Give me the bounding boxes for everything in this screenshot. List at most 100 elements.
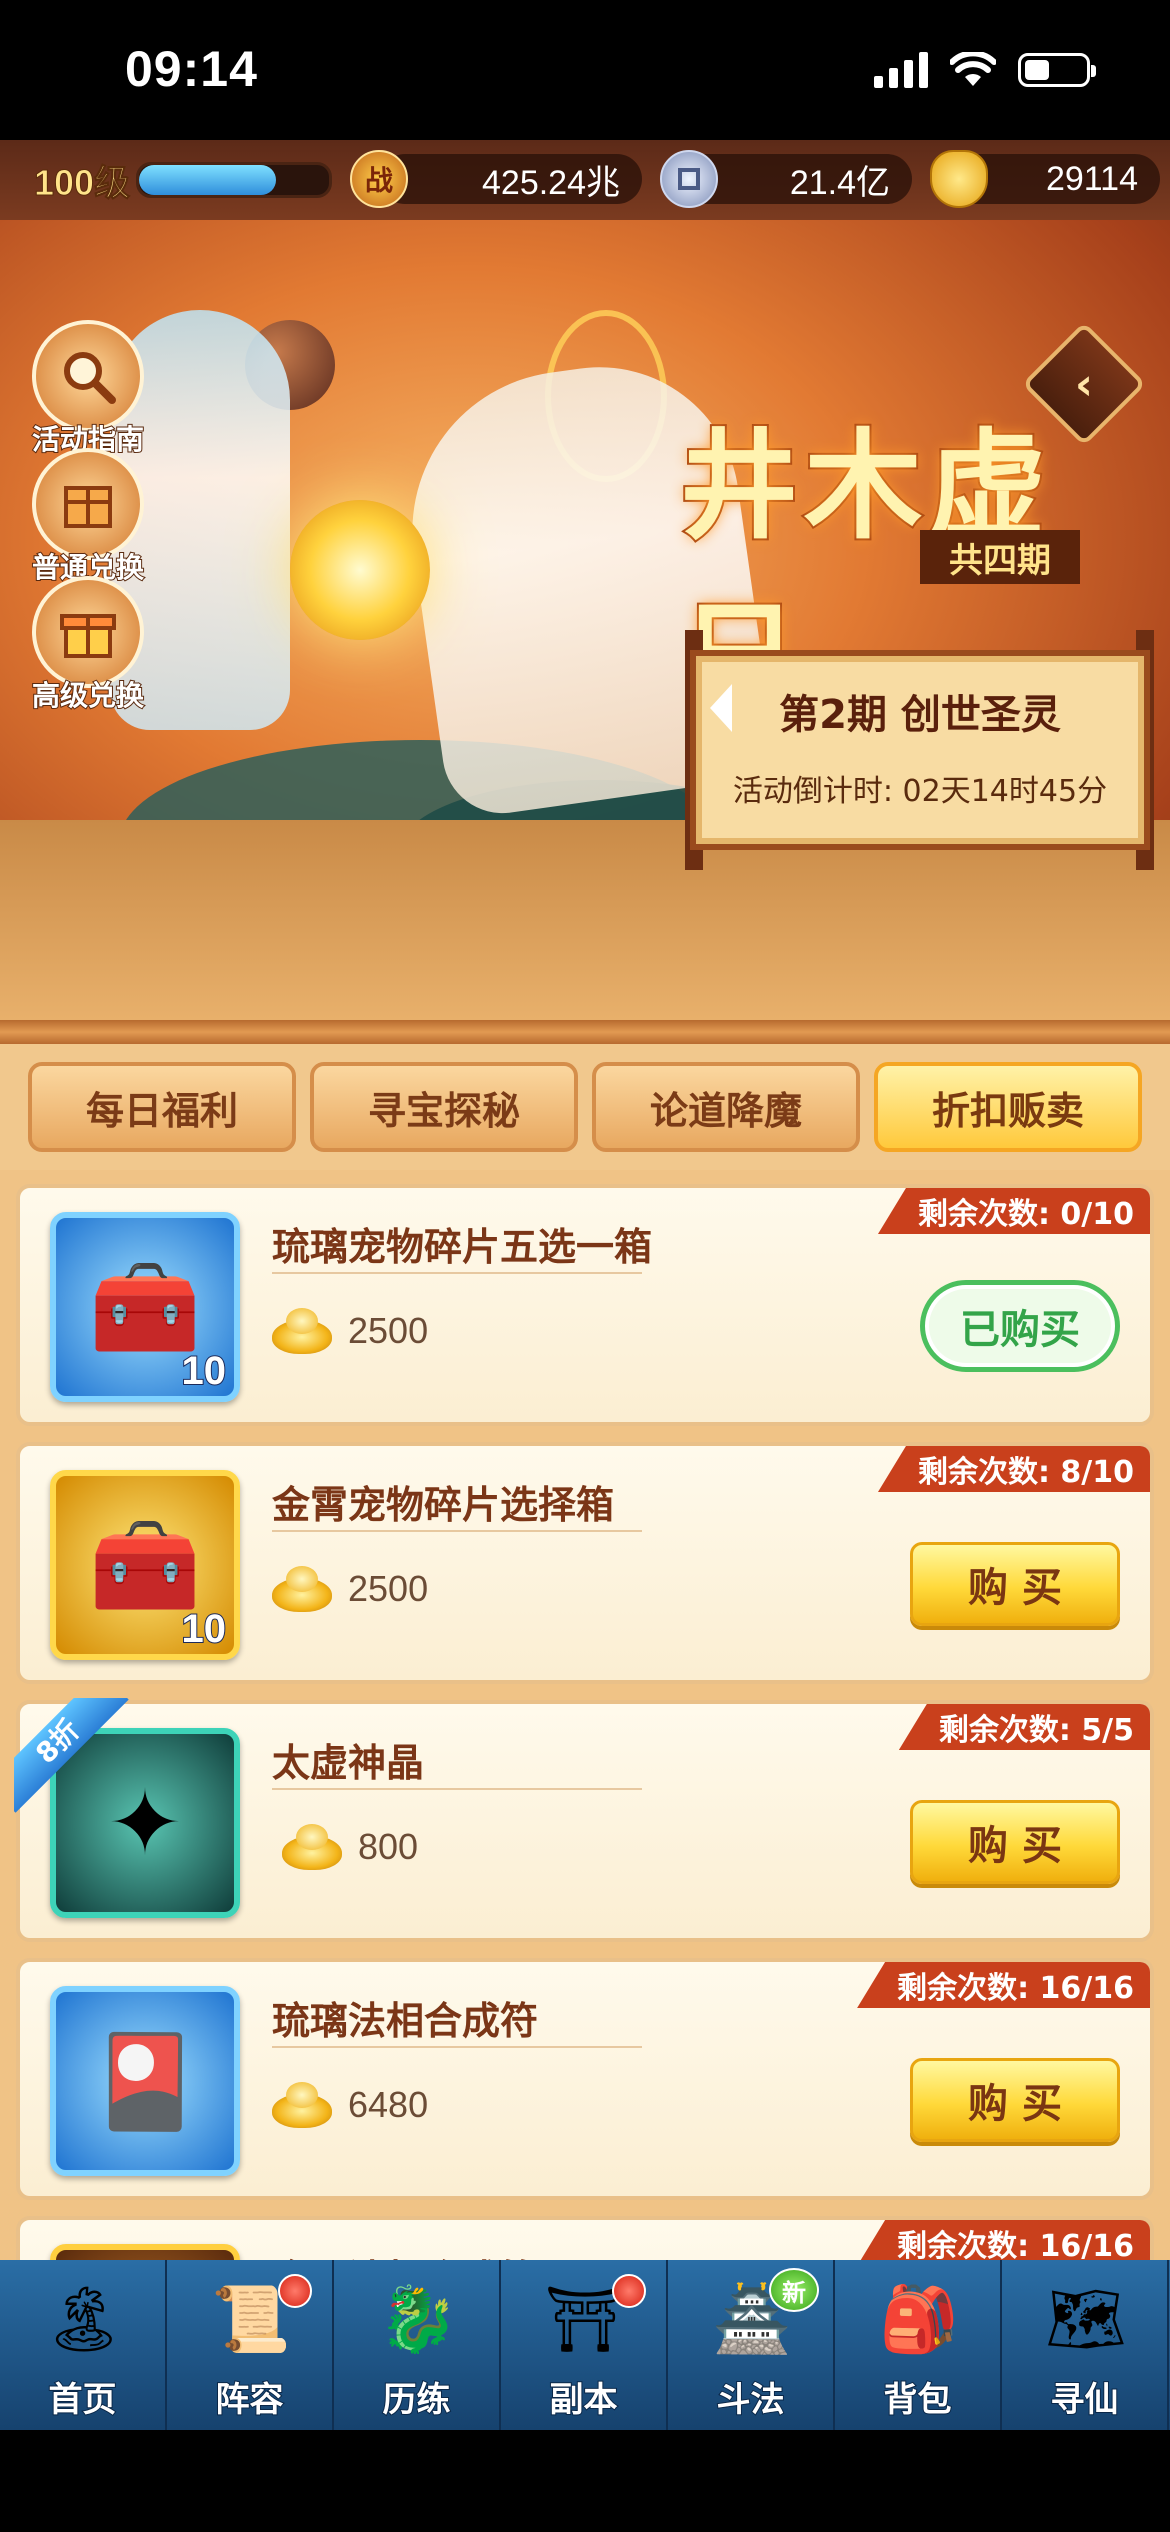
phase-countdown: 活动倒计时: 02天14时45分 <box>732 774 1108 809</box>
magnifier-icon <box>32 320 144 432</box>
notification-dot <box>278 2274 312 2308</box>
battle-power: 战 425.24兆 <box>350 150 642 208</box>
xp-bar <box>136 162 332 198</box>
battery-icon <box>1018 53 1096 87</box>
new-badge: 新 <box>769 2268 819 2312</box>
divider <box>272 2046 642 2048</box>
normal-exchange-button[interactable]: 普通兑换 <box>18 448 158 586</box>
banner-ground <box>0 820 1170 1020</box>
remaining-count-tag: 剩余次数: 16/16 <box>857 2220 1150 2260</box>
nav-label: 首页 <box>48 2379 118 2421</box>
status-bar: 09:14 <box>0 0 1170 140</box>
nav-home[interactable]: 🏝 首页 <box>0 2260 167 2430</box>
seek-scroll-icon: 🗺 <box>1045 2282 1127 2357</box>
item-name: 琉璃宠物碎片五选一箱 <box>272 1225 653 1269</box>
gift-icon <box>32 576 144 688</box>
nav-label: 历练 <box>382 2379 452 2421</box>
phase-sign: 第2期 创世圣灵 活动倒计时: 02天14时45分 <box>690 650 1150 850</box>
nav-dungeon[interactable]: ⛩ 副本 <box>501 2260 668 2430</box>
remaining-count-tag: 剩余次数: 16/16 <box>857 1962 1150 2008</box>
advanced-exchange-label: 高级兑换 <box>31 678 145 713</box>
activity-guide-button[interactable]: 活动指南 <box>18 320 158 458</box>
list-item: 🎴 金霄法相合成符 6480 剩余次数: 16/16 购买 <box>16 2216 1154 2260</box>
remaining-count-tag: 剩余次数: 8/10 <box>877 1446 1150 1492</box>
list-item: 🎴 琉璃法相合成符 6480 剩余次数: 16/16 购买 <box>16 1958 1154 2200</box>
list-item: 🧰 10 琉璃宠物碎片五选一箱 2500 剩余次数: 0/10 已购买 <box>16 1184 1154 1426</box>
item-count: 10 <box>181 1606 227 1652</box>
signal-icon <box>874 52 928 88</box>
remaining-count-tag: 剩余次数: 5/5 <box>898 1704 1150 1750</box>
notification-dot <box>612 2274 646 2308</box>
list-item: 🧰 10 金霄宠物碎片选择箱 2500 剩余次数: 8/10 购买 <box>16 1442 1154 1684</box>
nav-training[interactable]: 🐉 历练 <box>334 2260 501 2430</box>
item-price: 6480 <box>348 2084 429 2125</box>
coin-value: 21.4亿 <box>789 163 890 202</box>
battle-icon: 战 <box>350 150 408 208</box>
golden-orb <box>290 500 430 640</box>
purchased-badge: 已购买 <box>920 1280 1120 1372</box>
pet-shard-chest-icon[interactable]: 🧰 10 <box>50 1470 240 1660</box>
ingot-icon <box>282 1824 342 1872</box>
ingot-icon <box>272 1308 332 1356</box>
nav-label: 斗法 <box>716 2379 786 2421</box>
buy-button[interactable]: 购买 <box>910 2058 1120 2142</box>
divider-ribbon <box>0 1020 1170 1044</box>
item-price: 800 <box>358 1826 419 1867</box>
home-island-icon: 🏝 <box>43 2282 125 2357</box>
nav-bag[interactable]: 🎒 背包 <box>835 2260 1002 2430</box>
status-icons <box>874 52 1096 88</box>
item-name: 金霄宠物碎片选择箱 <box>272 1483 615 1527</box>
divider <box>272 1788 642 1790</box>
item-price: 2500 <box>348 1310 429 1351</box>
resource-bar: 100级 战 425.24兆 21.4亿 29114 <box>0 140 1170 220</box>
pet-shard-chest-icon[interactable]: 🧰 10 <box>50 1212 240 1402</box>
advanced-exchange-button[interactable]: 高级兑换 <box>18 576 158 714</box>
tab-bar: 每日福利 寻宝探秘 论道降魔 折扣贩卖 <box>0 1044 1170 1170</box>
nav-label: 寻仙 <box>1050 2379 1120 2421</box>
tab-treasure-hunt[interactable]: 寻宝探秘 <box>310 1062 578 1152</box>
talisman-icon[interactable]: 🎴 <box>50 2244 240 2260</box>
item-price: 2500 <box>348 1568 429 1609</box>
tab-daily-welfare[interactable]: 每日福利 <box>28 1062 296 1152</box>
talisman-icon[interactable]: 🎴 <box>50 1986 240 2176</box>
training-gourd-icon: 🐉 <box>378 2282 458 2357</box>
buy-button[interactable]: 购买 <box>910 1542 1120 1626</box>
status-time: 09:14 <box>125 41 258 97</box>
home-indicator-area <box>0 2430 1170 2532</box>
bag-pot-icon: 🎒 <box>879 2282 959 2357</box>
event-subtitle: 共四期 <box>920 530 1080 584</box>
divider <box>272 1530 642 1532</box>
nav-label: 背包 <box>883 2379 953 2421</box>
event-banner: 活动指南 普通兑换 高级兑换 ‹ 井木虚日 共四期 第2期 创世圣灵 活动倒计时… <box>0 220 1170 1020</box>
nav-seek[interactable]: 🗺 寻仙 <box>1002 2260 1169 2430</box>
nav-label: 副本 <box>549 2379 619 2421</box>
item-list[interactable]: 🧰 10 琉璃宠物碎片五选一箱 2500 剩余次数: 0/10 已购买 🧰 10… <box>0 1170 1170 2260</box>
item-name: 金霄法相合成符 <box>272 2248 538 2260</box>
gift-box-icon <box>32 448 144 560</box>
battle-power-value: 425.24兆 <box>482 163 620 202</box>
tab-discount-sale[interactable]: 折扣贩卖 <box>874 1062 1142 1152</box>
nav-duel[interactable]: 🏯 新 斗法 <box>668 2260 835 2430</box>
divider <box>272 1272 642 1274</box>
ingot-icon <box>272 1566 332 1614</box>
ingot-icon <box>930 150 988 208</box>
tab-demon-subduing[interactable]: 论道降魔 <box>592 1062 860 1152</box>
item-name: 琉璃法相合成符 <box>272 1999 539 2043</box>
bottom-nav: 🏝 首页 📜 阵容 🐉 历练 ⛩ 副本 🏯 新 斗法 🎒 背包 🗺 寻仙 <box>0 2260 1170 2430</box>
ingot-counter[interactable]: 29114 <box>930 150 1160 208</box>
ingot-icon <box>272 2082 332 2130</box>
ingot-value: 29114 <box>1045 159 1138 198</box>
game-screen: 100级 战 425.24兆 21.4亿 29114 活动指南 普通兑换 高级兑… <box>0 140 1170 2430</box>
item-count: 10 <box>181 1348 227 1394</box>
coin-counter[interactable]: 21.4亿 <box>660 150 912 208</box>
remaining-count-tag: 剩余次数: 0/10 <box>877 1188 1150 1234</box>
nav-lineup[interactable]: 📜 阵容 <box>167 2260 334 2430</box>
list-item: ✦ 8折 太虚神晶 800 剩余次数: 5/5 购买 <box>14 1698 1154 1942</box>
xp-bar-fill <box>139 165 276 195</box>
discount-badge: 8折 <box>14 1698 134 1818</box>
buy-button[interactable]: 购买 <box>910 1800 1120 1884</box>
item-name: 太虚神晶 <box>272 1741 425 1785</box>
wifi-icon <box>950 52 996 86</box>
discount-label: 8折 <box>14 1698 129 1813</box>
nav-label: 阵容 <box>215 2379 285 2421</box>
